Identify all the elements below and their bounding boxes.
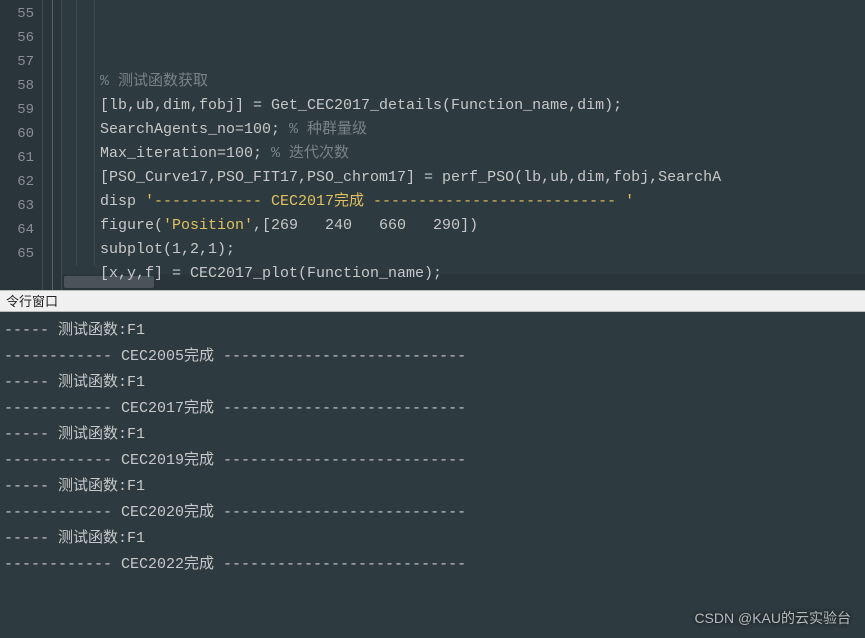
console-line: ----- 测试函数:F1	[4, 526, 861, 552]
line-number: 59	[0, 98, 34, 122]
code-editor[interactable]: 5556575859606162636465 % 测试函数获取[lb,ub,di…	[0, 0, 865, 290]
code-line[interactable]: subplot(1,2,1);	[64, 238, 865, 262]
code-line[interactable]: % 测试函数获取	[64, 70, 865, 94]
code-line[interactable]: figure('Position',[269 240 660 290])	[64, 214, 865, 238]
code-line[interactable]: disp '------------ CEC2017完成 -----------…	[64, 190, 865, 214]
line-number: 64	[0, 218, 34, 242]
line-number: 62	[0, 170, 34, 194]
line-number: 63	[0, 194, 34, 218]
code-line[interactable]: [x,y,f] = CEC2017_plot(Function_name);	[64, 262, 865, 286]
command-window[interactable]: ----- 测试函数:F1------------ CEC2005完成 ----…	[0, 312, 865, 638]
line-number: 60	[0, 122, 34, 146]
code-line[interactable]: [lb,ub,dim,fobj] = Get_CEC2017_details(F…	[64, 94, 865, 118]
line-number: 57	[0, 50, 34, 74]
code-line[interactable]: [PSO_Curve17,PSO_FIT17,PSO_chrom17] = pe…	[64, 166, 865, 190]
console-line: ------------ CEC2005完成 -----------------…	[4, 344, 861, 370]
code-line[interactable]: Max_iteration=100; % 迭代次数	[64, 142, 865, 166]
line-number: 65	[0, 242, 34, 266]
line-number-gutter: 5556575859606162636465	[0, 0, 42, 290]
console-line: ------------ CEC2017完成 -----------------…	[4, 396, 861, 422]
code-content[interactable]: % 测试函数获取[lb,ub,dim,fobj] = Get_CEC2017_d…	[62, 0, 865, 290]
console-line: ------------ CEC2020完成 -----------------…	[4, 500, 861, 526]
line-number: 56	[0, 26, 34, 50]
fold-bar	[42, 0, 62, 290]
console-line: ----- 测试函数:F1	[4, 422, 861, 448]
code-line[interactable]: SearchAgents_no=100; % 种群量级	[64, 118, 865, 142]
line-number: 61	[0, 146, 34, 170]
command-window-title: 令行窗口	[0, 290, 865, 312]
console-line: ------------ CEC2019完成 -----------------…	[4, 448, 861, 474]
line-number: 58	[0, 74, 34, 98]
console-line: ------------ CEC2022完成 -----------------…	[4, 552, 861, 578]
console-line: ----- 测试函数:F1	[4, 474, 861, 500]
console-line: ----- 测试函数:F1	[4, 318, 861, 344]
console-line: ----- 测试函数:F1	[4, 370, 861, 396]
line-number: 55	[0, 2, 34, 26]
code-line[interactable]: surfc(x,y,f,'LineStyle','none');hold on	[64, 286, 865, 290]
